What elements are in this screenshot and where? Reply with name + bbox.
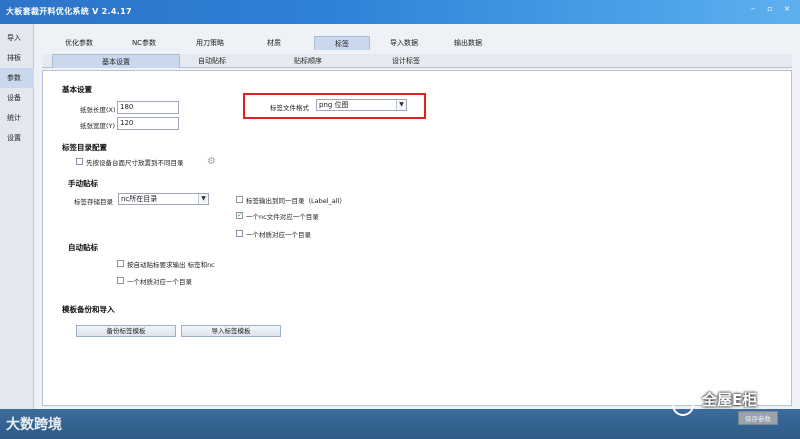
auto-section-title: 自动贴标	[68, 243, 98, 252]
import-template-button[interactable]: 导入标签模板	[181, 325, 281, 337]
auto-require-label: 按自动贴标要求输出 标签和nc	[127, 261, 215, 269]
wechat-icon	[672, 394, 694, 416]
paper-length-input[interactable]: 180	[117, 101, 179, 114]
highlight-box	[243, 93, 426, 119]
watermark-right: 全屋E柜	[702, 391, 758, 409]
by-device-size-label: 先按设备台面尺寸放置到不同目录	[86, 159, 184, 167]
tab-nc[interactable]: NC参数	[122, 36, 166, 50]
subtab-design-label[interactable]: 设计标签	[376, 54, 436, 68]
storage-dir-label: 标签存储目录	[74, 198, 113, 206]
minimize-icon[interactable]: –	[746, 3, 760, 15]
window-title: 大板套裁开料优化系统 V 2.4.17	[6, 7, 132, 16]
same-dir-label: 标签输出到同一目录（Label_all）	[246, 197, 346, 205]
one-nc-label: 一个nc文件对应一个目录	[246, 213, 319, 221]
storage-dir-select[interactable]: nc所在目录 ▼	[118, 193, 209, 205]
paper-width-input[interactable]: 120	[117, 117, 179, 130]
nav-item-layout[interactable]: 排板	[0, 48, 34, 68]
gear-icon[interactable]: ⚙	[206, 156, 217, 167]
subtab-basic[interactable]: 基本设置	[52, 54, 180, 68]
restore-icon[interactable]: ▫	[763, 3, 777, 15]
auto-one-material-label: 一个材质对应一个目录	[127, 278, 192, 286]
param-tabs: 优化参数 NC参数 用刀策略 材质 标签 导入数据 输出数据	[34, 36, 800, 50]
chevron-down-icon[interactable]: ▼	[198, 194, 208, 204]
by-device-size-checkbox[interactable]	[76, 158, 83, 165]
main-area: 优化参数 NC参数 用刀策略 材质 标签 导入数据 输出数据 基本设置 自动贴标…	[34, 24, 800, 409]
left-nav: 导入 排板 参数 设备 统计 设置	[0, 24, 34, 409]
watermark-left: 大数跨境	[6, 417, 62, 433]
tab-material[interactable]: 材质	[254, 36, 294, 50]
tab-optimize[interactable]: 优化参数	[54, 36, 104, 50]
storage-dir-value: nc所在目录	[121, 195, 158, 203]
auto-require-checkbox[interactable]	[117, 260, 124, 267]
subtab-label-order[interactable]: 贴标顺序	[278, 54, 338, 68]
one-material-label: 一个材质对应一个目录	[246, 231, 311, 239]
tab-label[interactable]: 标签	[314, 36, 370, 50]
subtab-auto-label[interactable]: 自动贴标	[182, 54, 242, 68]
nav-item-settings[interactable]: 设置	[0, 128, 34, 148]
title-bar: 大板套裁开料优化系统 V 2.4.17 – ▫ ×	[0, 0, 800, 24]
nav-item-device[interactable]: 设备	[0, 88, 34, 108]
paper-width-label: 纸张宽度(Y)	[80, 122, 116, 130]
taskbar: 大数跨境 全屋E柜	[0, 391, 800, 439]
nav-item-import[interactable]: 导入	[0, 28, 34, 48]
tab-import-data[interactable]: 导入数据	[380, 36, 428, 50]
same-dir-checkbox[interactable]	[236, 196, 243, 203]
nav-item-params[interactable]: 参数	[0, 68, 34, 88]
nav-item-stats[interactable]: 统计	[0, 108, 34, 128]
one-material-checkbox[interactable]	[236, 230, 243, 237]
dir-config-title: 标签目录配置	[62, 143, 107, 152]
backup-template-button[interactable]: 备份标签模板	[76, 325, 176, 337]
save-params-button[interactable]: 保存参数	[738, 411, 778, 425]
auto-one-material-checkbox[interactable]	[117, 277, 124, 284]
tab-export-data[interactable]: 输出数据	[444, 36, 492, 50]
manual-section-title: 手动贴标	[68, 179, 98, 188]
close-icon[interactable]: ×	[780, 3, 794, 15]
tab-tool-strategy[interactable]: 用刀策略	[186, 36, 234, 50]
template-section-title: 模板备份和导入	[62, 305, 115, 314]
label-subtabs: 基本设置 自动贴标 贴标顺序 设计标签	[42, 54, 792, 68]
one-nc-checkbox[interactable]: ✓	[236, 212, 243, 219]
paper-length-label: 纸张长度(X)	[80, 106, 116, 114]
basic-section-title: 基本设置	[62, 85, 92, 94]
